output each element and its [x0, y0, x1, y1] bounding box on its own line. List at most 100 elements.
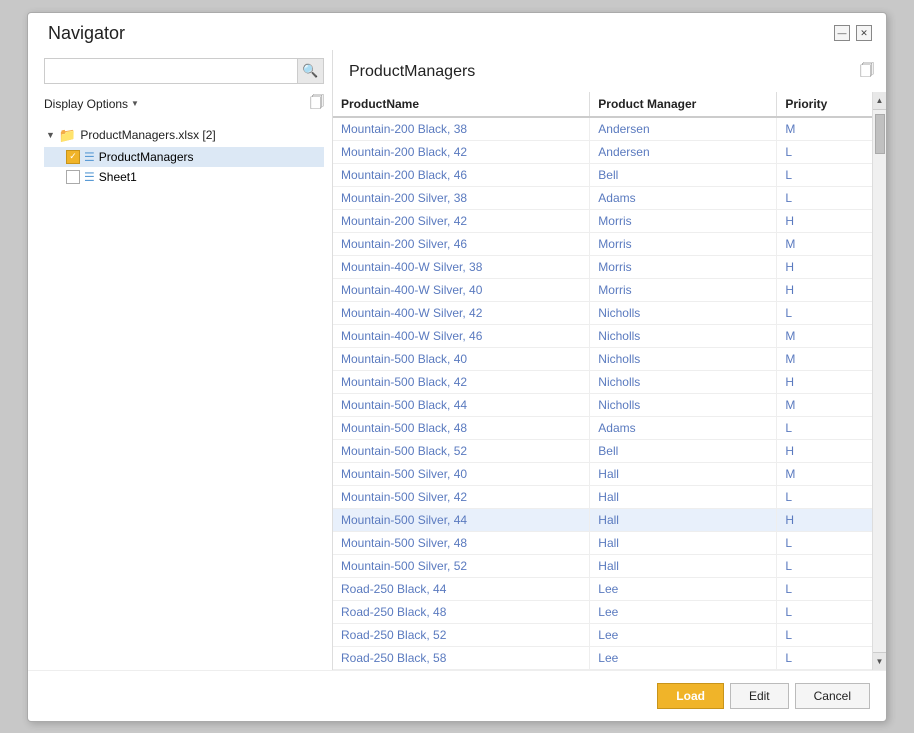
close-button[interactable]: ✕	[856, 25, 872, 41]
checkbox-sheet1[interactable]	[66, 170, 80, 184]
preview-header: ProductManagers 🗍	[333, 58, 886, 92]
table-cell-priority: H	[777, 439, 872, 462]
table-cell-product-name: Mountain-500 Black, 42	[333, 370, 590, 393]
table-row[interactable]: Mountain-500 Silver, 48HallL	[333, 531, 872, 554]
checkbox-productmanagers[interactable]	[66, 150, 80, 164]
table-row[interactable]: Mountain-500 Black, 52BellH	[333, 439, 872, 462]
table-row[interactable]: Mountain-400-W Silver, 42NichollsL	[333, 301, 872, 324]
table-row[interactable]: Road-250 Black, 48LeeL	[333, 600, 872, 623]
table-cell-product-name: Mountain-200 Black, 38	[333, 117, 590, 141]
table-cell-product-manager: Hall	[590, 485, 777, 508]
tree-folder[interactable]: ▼ 📁 ProductManagers.xlsx [2]	[44, 124, 324, 147]
table-cell-priority: L	[777, 485, 872, 508]
table-cell-priority: M	[777, 232, 872, 255]
table-cell-product-name: Road-250 Black, 48	[333, 600, 590, 623]
table-cell-product-manager: Lee	[590, 600, 777, 623]
table-row[interactable]: Mountain-500 Black, 42NichollsH	[333, 370, 872, 393]
table-cell-product-manager: Nicholls	[590, 370, 777, 393]
table-row[interactable]: Mountain-500 Black, 44NichollsM	[333, 393, 872, 416]
table-cell-product-name: Road-250 Black, 44	[333, 577, 590, 600]
table-cell-product-manager: Morris	[590, 255, 777, 278]
table-cell-product-name: Road-250 Black, 58	[333, 646, 590, 669]
table-row[interactable]: Mountain-500 Silver, 42HallL	[333, 485, 872, 508]
table-row[interactable]: Mountain-200 Black, 46BellL	[333, 163, 872, 186]
load-button[interactable]: Load	[657, 683, 724, 709]
table-row[interactable]: Mountain-400-W Silver, 38MorrisH	[333, 255, 872, 278]
table-row[interactable]: Road-250 Black, 44LeeL	[333, 577, 872, 600]
table-cell-priority: L	[777, 554, 872, 577]
table-cell-product-name: Mountain-200 Silver, 42	[333, 209, 590, 232]
table-row[interactable]: Mountain-500 Silver, 40HallM	[333, 462, 872, 485]
table-cell-priority: M	[777, 347, 872, 370]
table-row[interactable]: Mountain-200 Silver, 46MorrisM	[333, 232, 872, 255]
preview-file-icon[interactable]: 🗍	[860, 60, 874, 84]
table-cell-product-manager: Lee	[590, 623, 777, 646]
tree-item-sheet1[interactable]: ☰ Sheet1	[44, 167, 324, 187]
table-cell-priority: L	[777, 140, 872, 163]
file-icon[interactable]: 🗍	[310, 92, 324, 116]
table-cell-priority: H	[777, 508, 872, 531]
table-row[interactable]: Mountain-500 Black, 40NichollsM	[333, 347, 872, 370]
cancel-button[interactable]: Cancel	[795, 683, 870, 709]
display-options-row: Display Options ▼ 🗍	[44, 92, 324, 116]
table-row[interactable]: Road-250 Black, 58LeeL	[333, 646, 872, 669]
navigator-dialog: Navigator — ✕ 🔍 Display Options ▼	[27, 12, 887, 722]
table-row[interactable]: Mountain-400-W Silver, 46NichollsM	[333, 324, 872, 347]
footer: Load Edit Cancel	[28, 670, 886, 721]
main-content: 🔍 Display Options ▼ 🗍 ▼ 📁 ProductManager…	[28, 50, 886, 670]
display-options-label: Display Options	[44, 97, 128, 111]
table-cell-product-name: Road-250 Black, 52	[333, 623, 590, 646]
display-options-button[interactable]: Display Options ▼	[44, 97, 139, 111]
table-row[interactable]: Mountain-200 Black, 38AndersenM	[333, 117, 872, 141]
table-cell-priority: L	[777, 600, 872, 623]
minimize-button[interactable]: —	[834, 25, 850, 41]
table-cell-product-manager: Hall	[590, 554, 777, 577]
table-cell-product-name: Mountain-500 Silver, 40	[333, 462, 590, 485]
table-cell-product-manager: Hall	[590, 531, 777, 554]
table-cell-priority: L	[777, 186, 872, 209]
title-controls: — ✕	[834, 25, 872, 41]
title-bar: Navigator — ✕	[28, 13, 886, 50]
search-input[interactable]	[45, 62, 297, 80]
table-cell-product-manager: Nicholls	[590, 393, 777, 416]
table-cell-product-name: Mountain-500 Silver, 52	[333, 554, 590, 577]
col-header-product-manager: Product Manager	[590, 92, 777, 117]
tree-item-label-productmanagers: ProductManagers	[99, 150, 194, 164]
table-cell-product-name: Mountain-400-W Silver, 38	[333, 255, 590, 278]
scroll-thumb[interactable]	[875, 114, 885, 154]
search-button[interactable]: 🔍	[297, 59, 323, 83]
table-icon-sheet1: ☰	[84, 170, 95, 184]
table-row[interactable]: Mountain-200 Silver, 42MorrisH	[333, 209, 872, 232]
table-cell-priority: L	[777, 301, 872, 324]
table-row[interactable]: Mountain-500 Black, 48AdamsL	[333, 416, 872, 439]
edit-button[interactable]: Edit	[730, 683, 789, 709]
table-cell-priority: M	[777, 324, 872, 347]
table-cell-product-manager: Hall	[590, 462, 777, 485]
data-table: ProductName Product Manager Priority Mou…	[333, 92, 872, 670]
table-cell-product-name: Mountain-500 Black, 52	[333, 439, 590, 462]
table-cell-product-manager: Lee	[590, 577, 777, 600]
table-cell-product-manager: Lee	[590, 646, 777, 669]
table-cell-product-name: Mountain-200 Black, 42	[333, 140, 590, 163]
scroll-down-button[interactable]: ▼	[873, 652, 887, 670]
table-cell-priority: H	[777, 255, 872, 278]
table-row[interactable]: Mountain-500 Silver, 44HallH	[333, 508, 872, 531]
table-row[interactable]: Mountain-200 Silver, 38AdamsL	[333, 186, 872, 209]
dialog-title: Navigator	[48, 23, 125, 44]
folder-icon: 📁	[59, 127, 76, 144]
tree-item-productmanagers[interactable]: ☰ ProductManagers	[44, 147, 324, 167]
table-cell-product-manager: Adams	[590, 416, 777, 439]
scroll-up-button[interactable]: ▲	[873, 92, 887, 110]
table-cell-product-manager: Morris	[590, 278, 777, 301]
table-row[interactable]: Mountain-200 Black, 42AndersenL	[333, 140, 872, 163]
table-row[interactable]: Road-250 Black, 52LeeL	[333, 623, 872, 646]
table-cell-product-manager: Morris	[590, 232, 777, 255]
table-cell-product-name: Mountain-400-W Silver, 40	[333, 278, 590, 301]
table-cell-priority: L	[777, 163, 872, 186]
table-cell-product-name: Mountain-500 Silver, 44	[333, 508, 590, 531]
table-scroll-wrapper[interactable]: ProductName Product Manager Priority Mou…	[333, 92, 872, 670]
table-row[interactable]: Mountain-400-W Silver, 40MorrisH	[333, 278, 872, 301]
table-cell-priority: M	[777, 117, 872, 141]
table-cell-priority: M	[777, 462, 872, 485]
table-row[interactable]: Mountain-500 Silver, 52HallL	[333, 554, 872, 577]
